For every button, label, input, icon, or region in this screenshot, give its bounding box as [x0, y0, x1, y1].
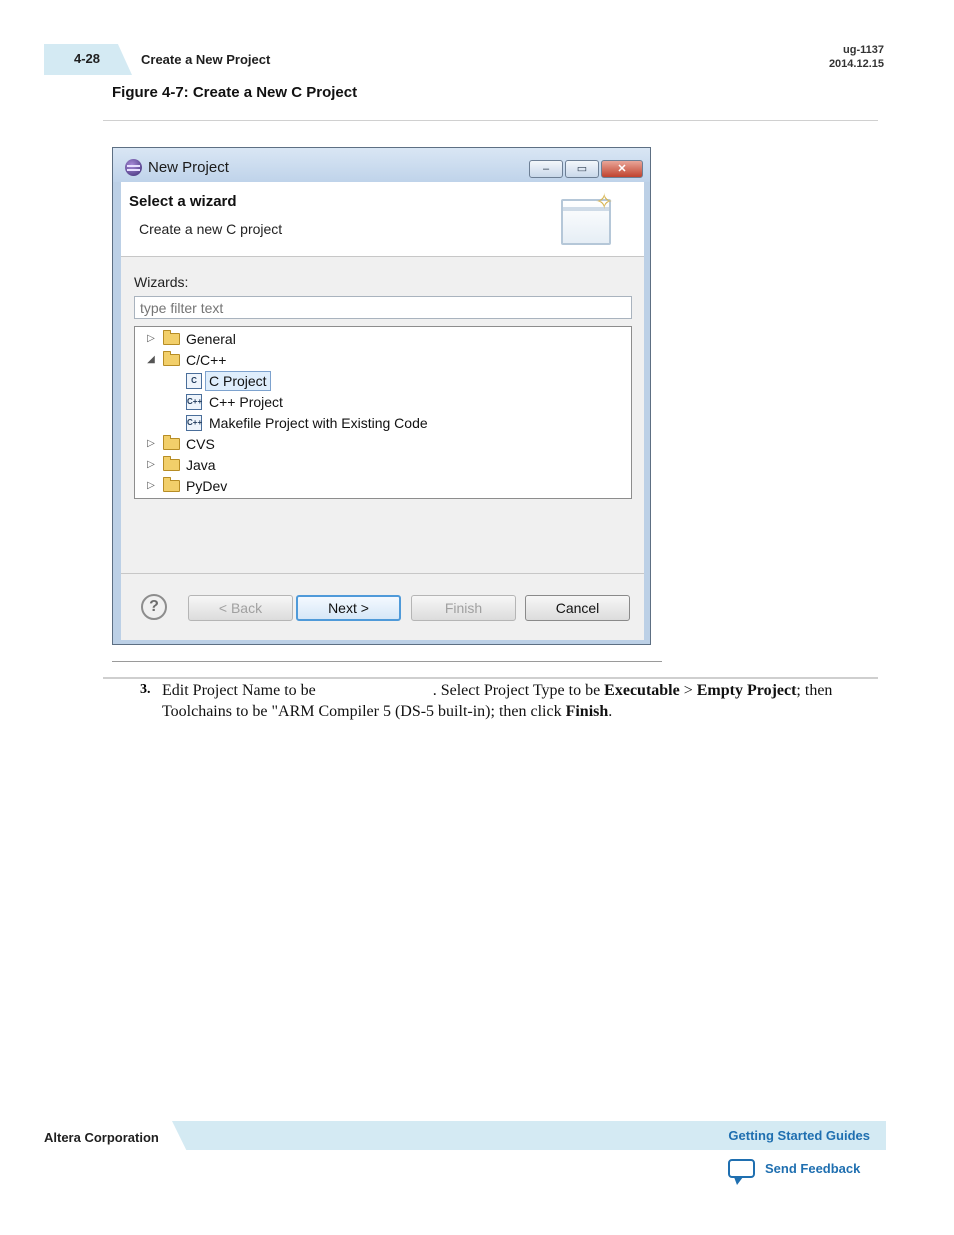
- back-button[interactable]: < Back: [188, 595, 293, 621]
- close-button[interactable]: ✕: [601, 160, 643, 178]
- doc-id-block: ug-1137 2014.12.15: [829, 43, 884, 71]
- doc-date: 2014.12.15: [828, 58, 884, 70]
- tree-item-label: PyDev: [186, 478, 228, 494]
- folder-icon: [163, 435, 180, 450]
- expand-arrow-icon[interactable]: ▷: [145, 329, 157, 349]
- folder-icon: [163, 330, 180, 345]
- tree-item-label: C/C++: [186, 352, 227, 368]
- tree-item-label: C Project: [205, 371, 271, 391]
- banner-title: Select a wizard: [129, 193, 237, 210]
- dialog-client-area: Select a wizard Create a new C project ✧…: [121, 182, 644, 640]
- makefile-project-icon: C++: [186, 415, 202, 431]
- dialog-titlebar[interactable]: New Project – ▭ ✕: [113, 148, 650, 182]
- step-instructions: Edit Project Name to be . Select Project …: [162, 680, 882, 722]
- button-bar-divider: [121, 573, 644, 574]
- figure-caption: Figure 4-7: Create a New C Project: [112, 84, 358, 101]
- expand-arrow-icon[interactable]: ▷: [145, 434, 157, 454]
- step-period: .: [608, 703, 613, 720]
- wizards-label: Wizards:: [134, 274, 189, 290]
- feedback-icon[interactable]: [728, 1159, 755, 1185]
- executable-term: Executable: [604, 682, 680, 699]
- eclipse-icon: [125, 159, 142, 176]
- folder-open-icon: [163, 351, 180, 366]
- step-number: 3.: [140, 682, 151, 697]
- collapse-arrow-icon[interactable]: ◢: [145, 350, 157, 370]
- doc-id: ug-1137: [843, 44, 884, 56]
- expand-arrow-icon[interactable]: ▷: [145, 455, 157, 475]
- send-feedback-link[interactable]: Send Feedback: [765, 1161, 860, 1176]
- section-title: Create a New Project: [141, 52, 271, 67]
- tree-item-label: Java: [186, 457, 216, 473]
- tree-item-label: General: [186, 331, 236, 347]
- section-divider: [103, 677, 878, 679]
- cpp-project-icon: C++: [186, 394, 202, 410]
- sparkle-icon: ✧: [595, 189, 614, 214]
- dialog-title: New Project: [148, 159, 229, 176]
- filter-input[interactable]: [134, 296, 632, 319]
- new-project-dialog: New Project – ▭ ✕ Select a wizard Create…: [112, 147, 651, 645]
- getting-started-guides-link[interactable]: Getting Started Guides: [728, 1128, 870, 1143]
- separator: >: [683, 682, 693, 699]
- folder-icon: [163, 456, 180, 471]
- finish-term: Finish: [565, 703, 609, 720]
- c-project-icon: C: [186, 373, 202, 389]
- finish-button[interactable]: Finish: [411, 595, 516, 621]
- tree-item-label: Makefile Project with Existing Code: [209, 415, 428, 431]
- company-name: Altera Corporation: [44, 1130, 159, 1145]
- step-text-part: Edit Project Name to be: [162, 682, 316, 699]
- next-button[interactable]: Next >: [296, 595, 401, 621]
- cancel-button[interactable]: Cancel: [525, 595, 630, 621]
- empty-project-term: Empty Project: [696, 682, 797, 699]
- expand-arrow-icon[interactable]: ▷: [145, 476, 157, 496]
- wizard-tree: ▷ General ◢ C/C++ C C Project C++ C++ Pr…: [134, 326, 632, 499]
- tree-item-label: CVS: [186, 436, 215, 452]
- folder-icon: [163, 477, 180, 492]
- banner-description: Create a new C project: [139, 221, 283, 237]
- help-icon[interactable]: ?: [141, 594, 167, 620]
- step-text-part: . Select Project Type to be: [432, 682, 601, 699]
- figure-bottom-divider: [112, 661, 662, 662]
- maximize-button[interactable]: ▭: [565, 160, 599, 178]
- page-number: 4-28: [74, 51, 101, 66]
- wizard-banner: Select a wizard Create a new C project ✧: [121, 182, 644, 257]
- tree-item-label: C++ Project: [209, 394, 283, 410]
- minimize-button[interactable]: –: [529, 160, 563, 178]
- top-divider: [103, 120, 878, 121]
